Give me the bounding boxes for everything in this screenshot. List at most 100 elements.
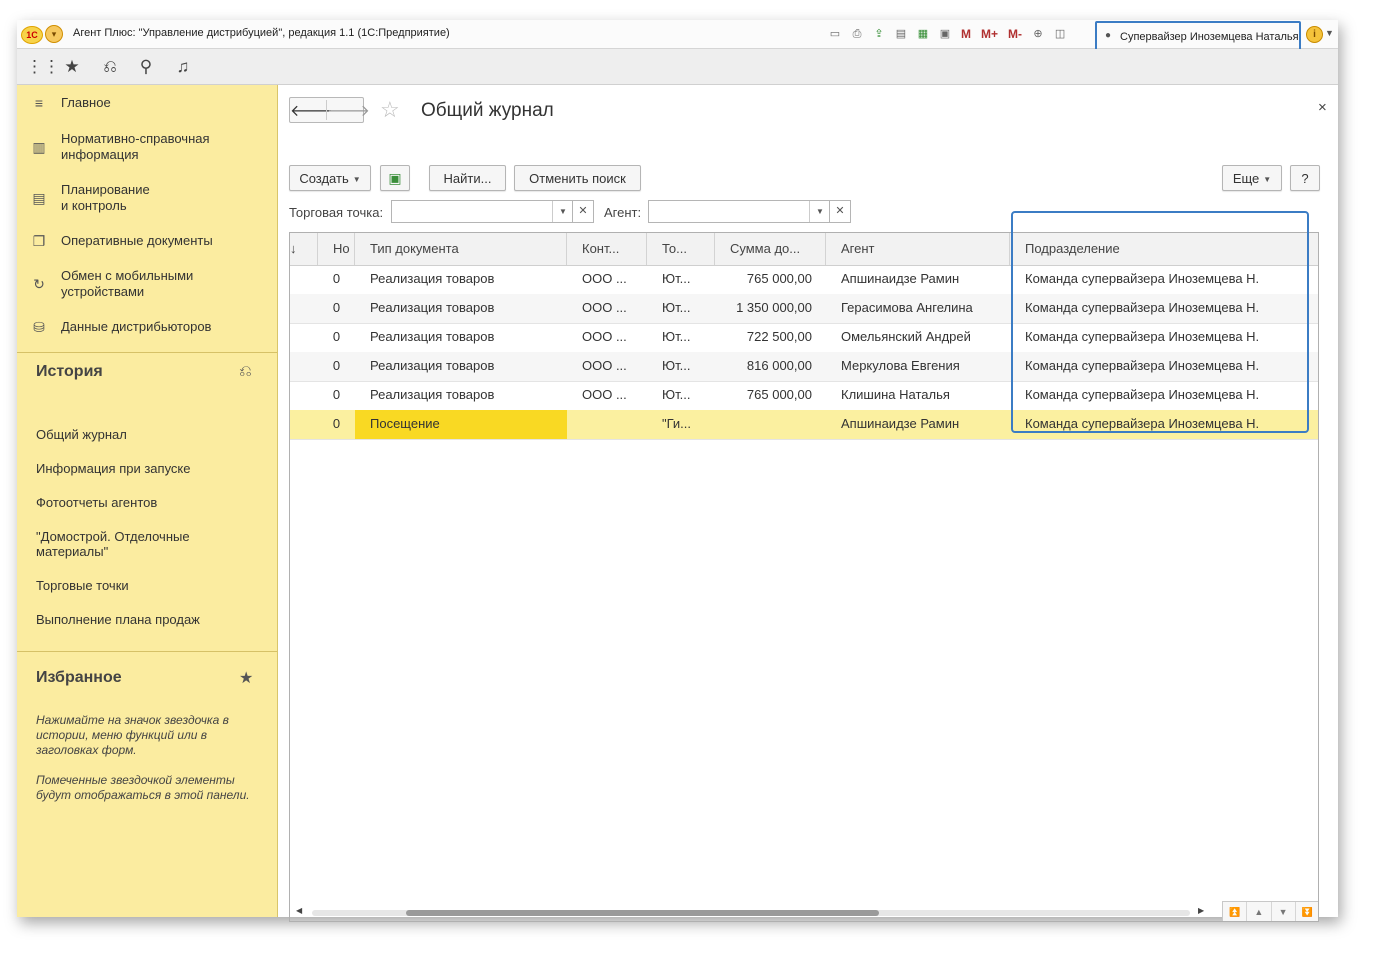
bell-icon[interactable]: ♫ [173, 57, 193, 77]
print-preview-icon[interactable]: ▤ [893, 26, 909, 42]
history-item[interactable]: Торговые точки [36, 578, 261, 593]
cell-amount[interactable]: 765 000,00 [715, 265, 826, 294]
history-item[interactable]: Информация при запуске [36, 461, 261, 476]
history-item[interactable]: "Домострой. Отделочные материалы" [36, 529, 206, 559]
go-last-icon[interactable]: ⏬ [1296, 902, 1318, 921]
cell-counterparty[interactable]: ООО ... [567, 381, 647, 410]
cell-counterparty[interactable]: ООО ... [567, 265, 647, 294]
cell-doc-type[interactable]: Реализация товаров [355, 352, 567, 381]
cell-number[interactable]: 0 [318, 352, 355, 381]
history-icon[interactable]: ⎌ [100, 57, 120, 77]
cell-agent[interactable]: Меркулова Евгения [826, 352, 1010, 381]
star-icon[interactable]: ★ [62, 57, 82, 77]
search-icon[interactable]: ⚲ [136, 57, 156, 77]
cell-counterparty[interactable]: ООО ... [567, 352, 647, 381]
cell-sort[interactable] [290, 294, 318, 323]
main-menu-button[interactable]: ▾ [45, 25, 63, 43]
outlet-clear-button[interactable]: ✕ [573, 200, 594, 223]
scroll-right-icon[interactable]: ▶ [1198, 906, 1204, 915]
chevron-down-icon[interactable]: ▼ [809, 201, 830, 222]
save-icon[interactable]: ▭ [827, 26, 843, 42]
new-document-button[interactable]: ▣ [380, 165, 410, 191]
cell-outlet[interactable]: Ют... [647, 323, 715, 352]
cancel-search-button[interactable]: Отменить поиск [514, 165, 641, 191]
forward-arrow-icon[interactable]: 🡒 [326, 100, 370, 120]
memory-mminus-button[interactable]: M- [1006, 26, 1024, 42]
find-button[interactable]: Найти... [429, 165, 506, 191]
column-header-doc-type[interactable]: Тип документа [355, 233, 567, 265]
page-up-icon[interactable]: ▲ [1247, 902, 1272, 921]
chevron-down-icon[interactable]: ▼ [1325, 28, 1334, 38]
cell-amount[interactable] [715, 410, 826, 439]
chevron-down-icon[interactable]: ▼ [552, 201, 573, 222]
history-item[interactable]: Общий журнал [36, 427, 261, 442]
history-icon[interactable]: ⎌ [239, 363, 252, 381]
cell-number[interactable]: 0 [318, 410, 355, 439]
memory-m-button[interactable]: M [959, 26, 973, 42]
column-header-agent[interactable]: Агент [826, 233, 1010, 265]
cell-agent[interactable]: Клишина Наталья [826, 381, 1010, 410]
cell-outlet[interactable]: Ют... [647, 265, 715, 294]
star-outline-icon[interactable]: ☆ [380, 97, 400, 123]
cell-doc-type[interactable]: Реализация товаров [355, 294, 567, 323]
more-button[interactable]: Еще ▼ [1222, 165, 1282, 191]
cell-number[interactable]: 0 [318, 381, 355, 410]
history-item[interactable]: Выполнение плана продаж [36, 612, 261, 627]
help-button[interactable]: ? [1290, 165, 1320, 191]
column-header-sort[interactable]: ↓ [290, 233, 318, 265]
cell-agent[interactable]: Герасимова Ангелина [826, 294, 1010, 323]
close-icon[interactable]: × [1318, 99, 1327, 116]
zoom-icon[interactable]: ⊕ [1030, 26, 1046, 42]
current-user[interactable]: ● Супервайзер Иноземцева Наталья [1095, 21, 1301, 51]
cell-agent[interactable]: Апшинаидзе Рамин [826, 410, 1010, 439]
memory-mplus-button[interactable]: M+ [979, 26, 1000, 42]
cell-amount[interactable]: 1 350 000,00 [715, 294, 826, 323]
cell-amount[interactable]: 765 000,00 [715, 381, 826, 410]
cell-sort[interactable] [290, 410, 318, 439]
cell-counterparty[interactable] [567, 410, 647, 439]
cell-outlet[interactable]: Ют... [647, 352, 715, 381]
agent-filter-input[interactable]: ▼ [648, 200, 830, 223]
cell-number[interactable]: 0 [318, 294, 355, 323]
export-icon[interactable]: ⇪ [871, 26, 887, 42]
column-header-amount[interactable]: Сумма до... [715, 233, 826, 265]
calculator-icon[interactable]: ▦ [915, 26, 931, 42]
cell-amount[interactable]: 722 500,00 [715, 323, 826, 352]
scroll-thumb[interactable] [406, 910, 879, 916]
print-icon[interactable]: ⎙ [849, 26, 865, 42]
calendar-icon[interactable]: ▣ [937, 26, 953, 42]
cell-sort[interactable] [290, 381, 318, 410]
cell-doc-type[interactable]: Реализация товаров [355, 381, 567, 410]
info-icon[interactable]: i [1306, 26, 1323, 43]
cell-sort[interactable] [290, 265, 318, 294]
cell-outlet[interactable]: Ют... [647, 294, 715, 323]
cell-agent[interactable]: Омельянский Андрей [826, 323, 1010, 352]
cell-sort[interactable] [290, 352, 318, 381]
page-down-icon[interactable]: ▼ [1272, 902, 1296, 921]
cell-counterparty[interactable]: ООО ... [567, 323, 647, 352]
horizontal-scrollbar[interactable]: ◀ ▶ [290, 903, 1210, 921]
cell-amount[interactable]: 816 000,00 [715, 352, 826, 381]
cell-number[interactable]: 0 [318, 265, 355, 294]
scroll-left-icon[interactable]: ◀ [296, 906, 302, 915]
back-arrow-icon[interactable]: 🡐 [290, 100, 333, 121]
cell-outlet[interactable]: "Ги... [647, 410, 715, 439]
create-button[interactable]: Создать ▼ [289, 165, 371, 191]
cell-doc-type[interactable]: Посещение [355, 410, 567, 439]
column-header-outlet[interactable]: То... [647, 233, 715, 265]
apps-grid-icon[interactable]: ⋮⋮ [26, 57, 60, 77]
history-item[interactable]: Фотоотчеты агентов [36, 495, 261, 510]
cell-doc-type[interactable]: Реализация товаров [355, 265, 567, 294]
cell-counterparty[interactable]: ООО ... [567, 294, 647, 323]
column-header-counterparty[interactable]: Конт... [567, 233, 647, 265]
cell-agent[interactable]: Апшинаидзе Рамин [826, 265, 1010, 294]
panels-icon[interactable]: ◫ [1052, 26, 1068, 42]
cell-number[interactable]: 0 [318, 323, 355, 352]
cell-sort[interactable] [290, 323, 318, 352]
cell-doc-type[interactable]: Реализация товаров [355, 323, 567, 352]
go-first-icon[interactable]: ⏫ [1223, 902, 1248, 921]
cell-outlet[interactable]: Ют... [647, 381, 715, 410]
column-header-number[interactable]: Но [318, 233, 355, 265]
agent-clear-button[interactable]: ✕ [830, 200, 851, 223]
outlet-filter-input[interactable]: ▼ [391, 200, 573, 223]
